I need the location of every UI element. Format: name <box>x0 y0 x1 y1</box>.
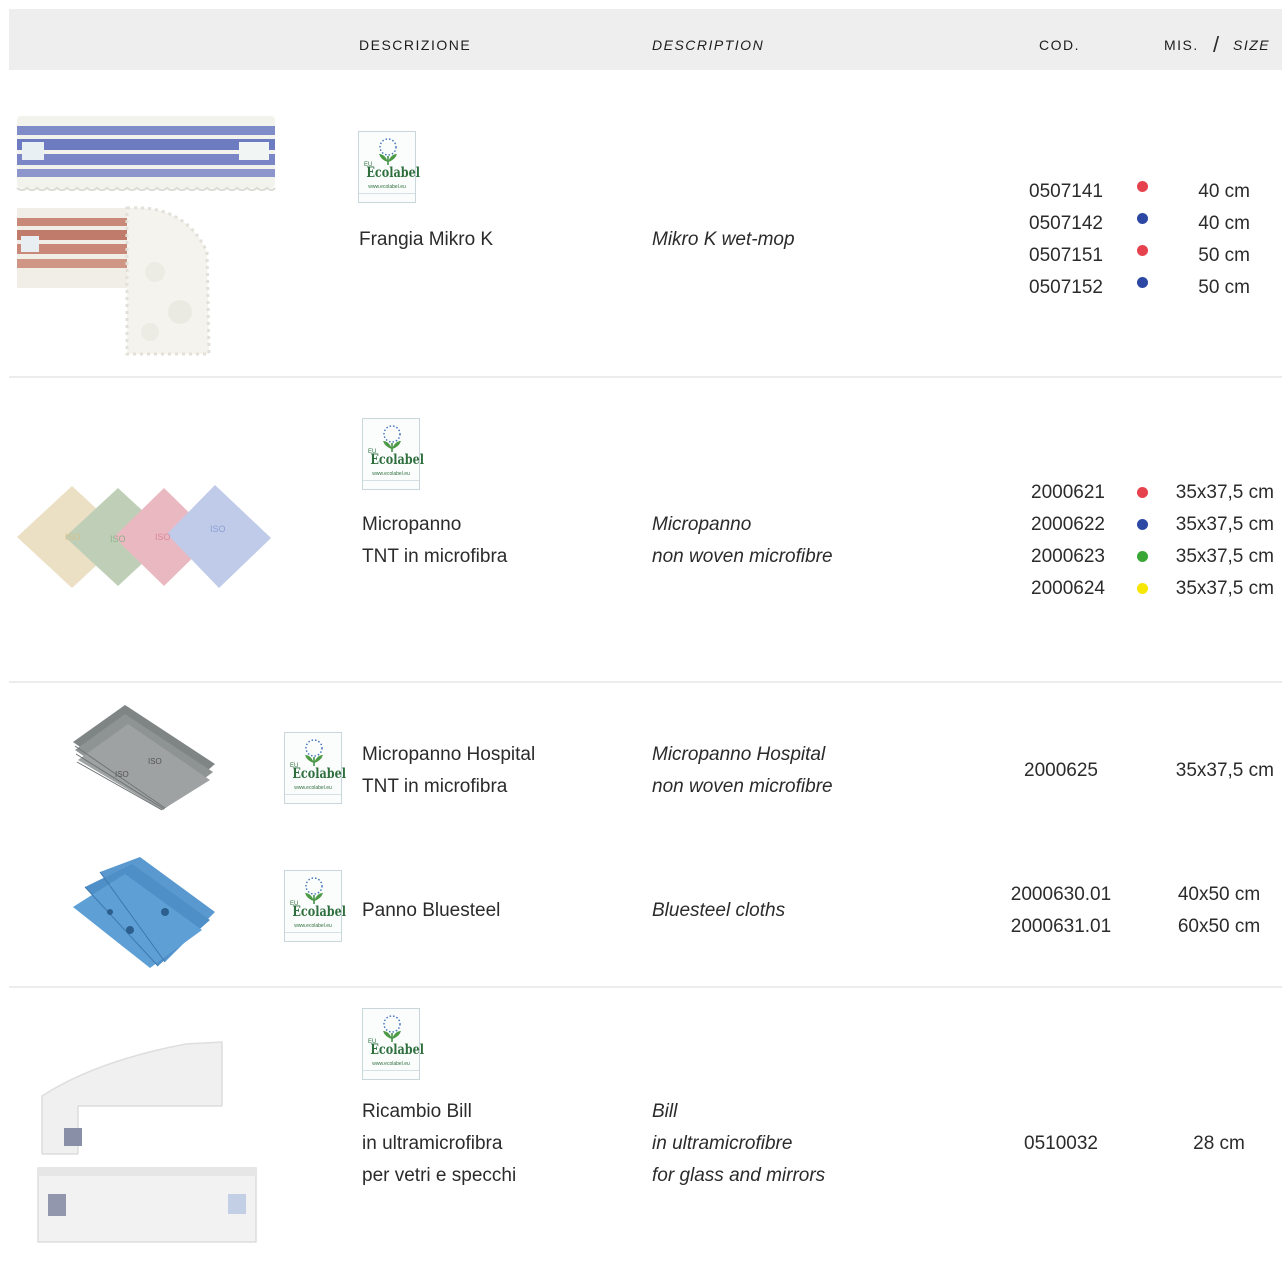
ecolabel-logo: EU Ecolabel www.ecolabel.eu <box>284 870 346 942</box>
product-name-en: Mikro K wet-mop <box>652 229 795 250</box>
row-divider <box>9 681 1282 683</box>
ecolabel-word: Ecolabel <box>292 766 346 782</box>
row-divider <box>9 986 1282 988</box>
product-size: 40 cm <box>1198 213 1250 234</box>
header-slash: / <box>1213 32 1220 57</box>
header-cod: COD. <box>1039 37 1080 53</box>
color-dot-yellow <box>1137 583 1148 594</box>
product-size: 40 cm <box>1198 181 1250 202</box>
product-code: 2000622 <box>1031 514 1105 535</box>
color-dot-red <box>1137 245 1148 256</box>
ecolabel-url: www.ecolabel.eu <box>294 923 332 929</box>
product-name-en: Bluesteel cloths <box>652 900 786 921</box>
product-name-it: Micropanno <box>362 514 462 535</box>
product-image-mikro-k <box>16 116 276 356</box>
product-name-it: Ricambio Bill <box>362 1101 472 1122</box>
ecolabel-logo: EU Ecolabel www.ecolabel.eu <box>284 732 346 804</box>
ecolabel-word: Ecolabel <box>370 452 424 468</box>
product-size: 35x37,5 cm <box>1175 482 1274 503</box>
product-name-en: non woven microfibre <box>652 776 833 797</box>
product-name-en: in ultramicrofibre <box>652 1133 793 1154</box>
ecolabel-url: www.ecolabel.eu <box>372 1061 410 1067</box>
header-descrizione: DESCRIZIONE <box>359 37 472 53</box>
ecolabel-footer <box>363 1070 419 1073</box>
ecolabel-logo: EU Ecolabel www.ecolabel.eu <box>358 131 420 203</box>
ecolabel-word: Ecolabel <box>366 165 420 181</box>
product-name-en: Micropanno Hospital <box>652 744 826 765</box>
ecolabel-logo: EU Ecolabel www.ecolabel.eu <box>362 1008 424 1080</box>
product-name-it: Frangia Mikro K <box>359 229 494 250</box>
ecolabel-footer <box>359 193 415 196</box>
color-dot-green <box>1137 551 1148 562</box>
product-image-ricambio-bill <box>37 1041 257 1243</box>
product-name-it: TNT in microfibra <box>362 776 508 797</box>
ecolabel-flower-icon <box>379 138 397 165</box>
ecolabel-logo: EU Ecolabel www.ecolabel.eu <box>362 418 424 490</box>
ecolabel-flower-icon <box>383 425 401 452</box>
ecolabel-url: www.ecolabel.eu <box>372 471 410 477</box>
product-size: 35x37,5 cm <box>1175 546 1274 567</box>
product-size: 50 cm <box>1198 245 1250 266</box>
ecolabel-flower-icon <box>305 739 323 766</box>
ecolabel-word: Ecolabel <box>370 1042 424 1058</box>
product-size: 35x37,5 cm <box>1175 514 1274 535</box>
ecolabel-footer <box>363 480 419 483</box>
product-code: 0507151 <box>1029 245 1103 266</box>
product-code: 0507141 <box>1029 181 1103 202</box>
svg-text:ISO: ISO <box>110 534 126 544</box>
product-code: 2000631.01 <box>1010 916 1112 937</box>
product-name-en: for glass and mirrors <box>652 1165 826 1186</box>
product-image-bluesteel <box>73 857 215 968</box>
color-dot-red <box>1137 487 1148 498</box>
product-name-en: Micropanno <box>652 514 752 535</box>
product-code: 0507152 <box>1029 277 1103 298</box>
svg-text:ISO: ISO <box>148 757 162 766</box>
product-name-it: Micropanno Hospital <box>362 744 536 765</box>
product-code: 0507142 <box>1029 213 1103 234</box>
color-dot-blue <box>1137 519 1148 530</box>
color-dot-red <box>1137 181 1148 192</box>
ecolabel-url: www.ecolabel.eu <box>294 785 332 791</box>
product-code: 2000630.01 <box>1010 884 1112 905</box>
product-name-en: Bill <box>652 1101 678 1122</box>
product-image-micropanno-hospital: ISO ISO <box>73 705 215 811</box>
product-name-en: non woven microfibre <box>652 546 833 567</box>
row-divider <box>9 376 1282 378</box>
header-size: SIZE <box>1233 37 1271 53</box>
color-dot-blue <box>1137 277 1148 288</box>
product-size: 35x37,5 cm <box>1175 760 1274 781</box>
svg-text:ISO: ISO <box>210 524 226 534</box>
product-size: 60x50 cm <box>1177 916 1261 937</box>
svg-text:ISO: ISO <box>155 532 171 542</box>
product-code: 2000623 <box>1031 546 1105 567</box>
color-dot-blue <box>1137 213 1148 224</box>
product-code: 0510032 <box>1024 1133 1098 1154</box>
product-size: 35x37,5 cm <box>1175 578 1274 599</box>
product-name-it: in ultramicrofibra <box>362 1133 503 1154</box>
product-code: 2000625 <box>1024 760 1098 781</box>
ecolabel-flower-icon <box>383 1015 401 1042</box>
product-image-micropanno: ISO ISO ISO ISO <box>17 485 271 588</box>
product-size: 40x50 cm <box>1177 884 1261 905</box>
product-name-it: per vetri e specchi <box>362 1165 517 1186</box>
header-description: DESCRIPTION <box>652 37 765 53</box>
ecolabel-flower-icon <box>305 877 323 904</box>
product-name-it: Panno Bluesteel <box>362 900 501 921</box>
header-mis: MIS. <box>1164 37 1199 53</box>
ecolabel-footer <box>285 794 341 797</box>
product-size: 50 cm <box>1198 277 1250 298</box>
ecolabel-url: www.ecolabel.eu <box>368 184 406 190</box>
svg-text:ISO: ISO <box>65 532 81 542</box>
product-code: 2000624 <box>1031 578 1105 599</box>
product-code: 2000621 <box>1031 482 1105 503</box>
ecolabel-footer <box>285 932 341 935</box>
svg-text:ISO: ISO <box>115 770 129 779</box>
product-size: 28 cm <box>1193 1133 1245 1154</box>
product-name-it: TNT in microfibra <box>362 546 508 567</box>
table-header <box>9 9 1282 70</box>
ecolabel-word: Ecolabel <box>292 904 346 920</box>
